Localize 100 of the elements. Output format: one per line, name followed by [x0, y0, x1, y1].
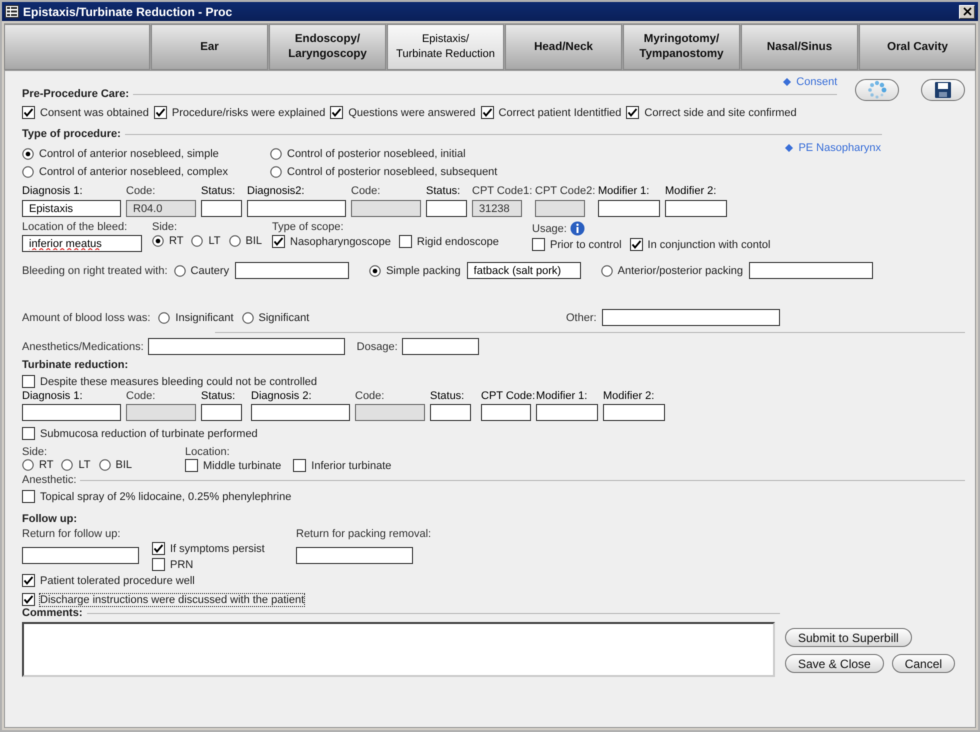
submit-button[interactable]: Submit to Superbill	[785, 628, 912, 647]
checkbox[interactable]	[272, 235, 285, 248]
checkbox[interactable]	[22, 427, 35, 440]
field-label: Diagnosis 1:	[22, 185, 83, 197]
checkbox-label: Prior to control	[550, 238, 622, 250]
field-label: Status:	[201, 390, 236, 402]
text-field[interactable]	[22, 547, 139, 564]
tab[interactable]: Nasal/Sinus	[741, 24, 858, 70]
radio-button[interactable]	[98, 459, 110, 471]
checkbox[interactable]	[154, 106, 167, 119]
radio-button[interactable]	[191, 235, 204, 247]
text-field[interactable]	[22, 404, 121, 421]
tab[interactable]: Head/Neck	[505, 24, 622, 70]
checkbox[interactable]	[185, 459, 198, 472]
field-label: CPT Code2:	[535, 185, 596, 197]
field-label: Diagnosis 2:	[251, 390, 312, 402]
field-label: Anesthetics/Medications:	[22, 340, 144, 352]
tab[interactable]: Epistaxis/ Turbinate Reduction	[387, 24, 504, 70]
text-field[interactable]	[536, 404, 598, 421]
text-field[interactable]	[430, 404, 471, 421]
radio-button[interactable]	[158, 312, 170, 324]
checkbox[interactable]	[532, 238, 545, 251]
checkbox-label: Inferior turbinate	[311, 460, 392, 472]
checkbox[interactable]	[630, 238, 643, 251]
radio-label: LT	[208, 235, 220, 247]
checkbox[interactable]	[152, 542, 165, 555]
checkbox-label: If symptoms persist	[170, 542, 265, 554]
save-close-button[interactable]: Save & Close	[785, 654, 884, 673]
radio-label: Significant	[258, 312, 310, 324]
diamond-icon	[785, 144, 794, 152]
radio-button[interactable]	[242, 312, 254, 324]
checkbox[interactable]	[22, 106, 35, 119]
radio-button[interactable]	[22, 166, 34, 178]
text-field[interactable]	[201, 404, 242, 421]
radio-button[interactable]	[22, 148, 34, 160]
checkbox-label: Correct patient Identitfied	[498, 106, 622, 118]
tab[interactable]: Myringotomy/ Tympanostomy	[623, 24, 740, 70]
section-title: Pre-Procedure Care:	[22, 88, 129, 100]
text-field[interactable]	[426, 200, 467, 217]
text-field[interactable]	[602, 309, 780, 326]
text-field[interactable]	[235, 262, 350, 279]
radio-label: BIL	[246, 235, 262, 247]
text-field[interactable]: Epistaxis	[22, 200, 121, 217]
text-field[interactable]	[251, 404, 350, 421]
checkbox[interactable]	[22, 574, 35, 587]
field-label: Modifier 1:	[598, 185, 650, 197]
field-label: Bleeding on right treated with:	[22, 264, 168, 276]
radio-button[interactable]	[270, 166, 282, 178]
pe-nasopharynx-link[interactable]: PE Nasopharynx	[798, 142, 881, 154]
checkbox[interactable]	[398, 235, 412, 248]
field-label: CPT Code:	[481, 390, 536, 402]
radio-button[interactable]	[369, 264, 382, 276]
radio-button[interactable]	[152, 235, 164, 247]
radio-button[interactable]	[600, 264, 613, 276]
field-label: Location of the bleed:	[22, 221, 128, 233]
checkbox[interactable]	[22, 593, 35, 606]
checkbox[interactable]	[22, 490, 35, 503]
text-field[interactable]	[296, 547, 413, 564]
checkbox[interactable]	[626, 106, 640, 119]
radio-button[interactable]	[270, 148, 282, 160]
radio-button[interactable]	[174, 264, 186, 276]
tab[interactable]: Endoscopy/ Laryngoscopy	[269, 24, 386, 70]
close-button[interactable]	[959, 4, 975, 18]
text-field[interactable]: fatback (salt pork)	[466, 262, 581, 279]
checkbox[interactable]	[152, 558, 165, 571]
checkbox-label: Middle turbinate	[203, 460, 282, 472]
checkbox[interactable]	[480, 106, 494, 119]
radio-label: Insignificant	[175, 312, 234, 324]
consent-link[interactable]: Consent	[796, 76, 838, 88]
radio-label: LT	[78, 459, 90, 471]
text-field[interactable]	[247, 200, 346, 217]
text-field[interactable]	[201, 200, 242, 217]
tab[interactable]: Oral Cavity	[859, 24, 976, 70]
comments-field[interactable]	[22, 622, 775, 677]
text-field[interactable]	[665, 200, 727, 217]
text-field[interactable]	[481, 404, 531, 421]
text-field[interactable]	[598, 200, 660, 217]
save-button[interactable]	[921, 79, 965, 101]
text-field[interactable]	[402, 338, 479, 355]
radio-button[interactable]	[228, 235, 240, 247]
checkbox[interactable]	[22, 375, 35, 388]
field-label: Return for packing removal:	[296, 528, 432, 540]
field-label: Modifier 1:	[536, 390, 588, 402]
checkbox[interactable]	[293, 459, 306, 472]
checkbox-label: Correct side and site confirmed	[644, 106, 797, 118]
text-field[interactable]	[749, 262, 874, 279]
info-icon[interactable]	[570, 221, 585, 236]
text-field[interactable]: inferior meatus	[22, 235, 142, 252]
tab[interactable]: Ear	[151, 24, 268, 70]
text-field[interactable]	[603, 404, 665, 421]
cancel-button[interactable]: Cancel	[892, 654, 956, 673]
radio-button[interactable]	[61, 459, 74, 471]
field-label: Other:	[566, 312, 597, 324]
checkbox[interactable]	[330, 106, 344, 119]
checkbox-label: PRN	[170, 558, 194, 570]
text-field[interactable]	[148, 338, 345, 355]
checkbox-label: Questions were answered	[348, 106, 476, 118]
radio-button[interactable]	[22, 459, 34, 471]
refresh-button[interactable]	[855, 79, 900, 101]
field-label: Return for follow up:	[22, 528, 120, 540]
